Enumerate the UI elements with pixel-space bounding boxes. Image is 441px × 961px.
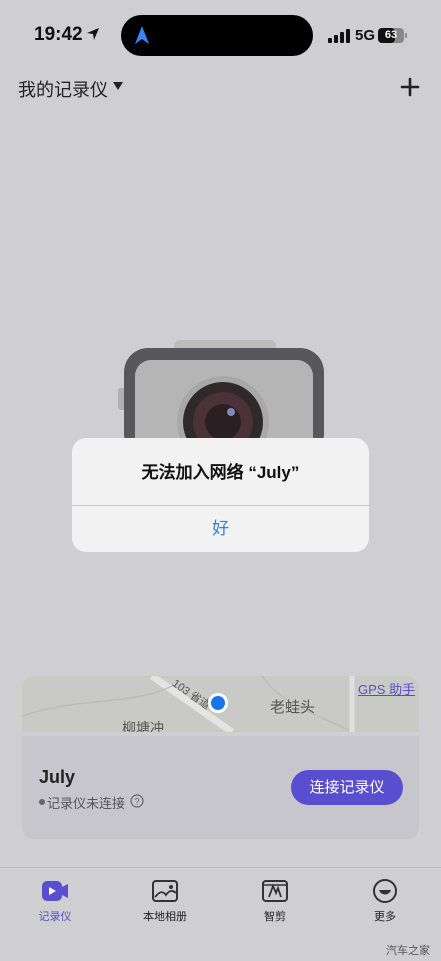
tab-album[interactable]: 本地相册 — [110, 868, 220, 938]
status-dot — [39, 799, 45, 805]
alert-ok-button[interactable]: 好 — [72, 506, 369, 552]
tab-smart-edit[interactable]: 智剪 — [220, 868, 330, 938]
tab-more[interactable]: 更多 — [330, 868, 440, 938]
alert-dialog: 无法加入网络 “July” 好 — [72, 438, 369, 552]
device-name: July — [39, 767, 76, 787]
tab-recorder[interactable]: 记录仪 — [0, 868, 110, 938]
tab-label: 记录仪 — [38, 911, 72, 923]
map-place-label: 柳塘冲 — [122, 720, 164, 732]
navigation-arrow-icon — [135, 26, 149, 44]
tab-bar: 记录仪 本地相册 智剪 更多 — [0, 867, 441, 961]
connect-recorder-button[interactable]: 连接记录仪 — [291, 770, 403, 805]
tab-label: 更多 — [374, 911, 396, 923]
watermark: 汽车之家 — [386, 945, 430, 957]
map-place-label: 老蛙头 — [270, 699, 316, 716]
alert-title: 无法加入网络 “July” — [141, 463, 300, 482]
device-card: July 记录仪未连接 ? 连接记录仪 — [22, 736, 419, 839]
status-bar: 19:42 5G 63 — [0, 0, 441, 62]
gps-assistant-link[interactable]: GPS 助手 — [358, 679, 415, 698]
help-icon[interactable]: ? — [130, 794, 144, 808]
album-icon — [152, 880, 178, 902]
more-icon — [373, 879, 397, 903]
cellular-signal-icon — [328, 29, 350, 43]
status-time: 19:42 — [34, 24, 83, 45]
tab-label: 智剪 — [264, 911, 286, 923]
svg-text:?: ? — [134, 797, 139, 807]
battery-level: 63 — [384, 29, 398, 41]
tab-label: 本地相册 — [143, 911, 187, 923]
location-arrow-icon — [87, 28, 99, 40]
recorder-icon — [42, 881, 68, 901]
caret-down-icon[interactable] — [113, 82, 123, 90]
location-dot-icon — [208, 693, 228, 713]
plus-icon[interactable] — [398, 75, 422, 99]
device-status: 记录仪未连接 — [47, 796, 126, 811]
smart-edit-icon — [262, 880, 288, 902]
page-title[interactable]: 我的记录仪 — [18, 76, 108, 102]
map-view[interactable]: 103 省道 老蛙头 柳塘冲 GPS 助手 — [22, 676, 419, 732]
network-type: 5G — [355, 27, 376, 44]
